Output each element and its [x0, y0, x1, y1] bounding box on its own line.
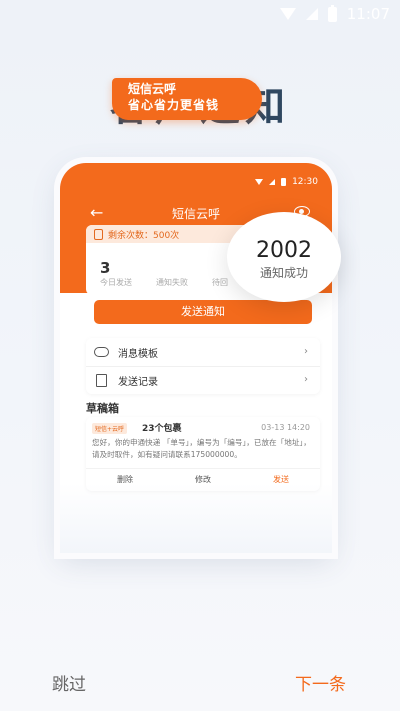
skip-button[interactable]: 跳过 [52, 670, 86, 695]
status-time: 11:07 [346, 5, 390, 23]
menu-card: 消息模板 › 发送记录 › [86, 338, 320, 394]
message-icon [94, 229, 103, 240]
remaining-count: 剩余次数：500次 [108, 231, 180, 241]
success-badge: 2002 通知成功 [227, 212, 341, 302]
chevron-right-icon: › [304, 346, 308, 357]
chevron-right-icon: › [304, 374, 308, 385]
draft-name: 23个包裹 [142, 424, 182, 434]
draft-body: 您好，你的申通快递 「单号」，编号为「编号」，已放在「地址」，请及时取件，如有疑… [92, 438, 311, 459]
draft-item[interactable]: 短信+云呼 23个包裹 03-13 14:20 您好，你的申通快递 「单号」，编… [86, 417, 320, 491]
draft-actions: 删除 修改 发送 [86, 468, 320, 491]
menu-item-label: 发送记录 [118, 377, 158, 388]
wifi-icon [255, 179, 264, 185]
edit-button[interactable]: 修改 [164, 469, 242, 491]
signal-icon [269, 179, 276, 185]
promo-slogan: 省心省力更省钱 [128, 98, 220, 112]
menu-item-templates[interactable]: 消息模板 › [86, 338, 320, 367]
wifi-icon [279, 8, 296, 20]
success-label: 通知成功 [259, 266, 308, 280]
promo-title: 短信云呼 [128, 82, 177, 96]
menu-item-records[interactable]: 发送记录 › [86, 366, 320, 394]
send-notification-button[interactable]: 发送通知 [94, 300, 312, 324]
status-bar: 11:07 [0, 0, 400, 28]
app-status-bar: 12:30 [255, 177, 318, 187]
promo-bubble: 短信云呼 省心省力更省钱 [112, 78, 262, 120]
app-status-time: 12:30 [292, 177, 318, 187]
stat-label: 通知失败 [156, 278, 188, 287]
clipboard-icon [96, 374, 107, 387]
drafts-heading: 草稿箱 [86, 402, 119, 415]
send-button[interactable]: 发送 [242, 469, 320, 491]
next-button[interactable]: 下一条 [295, 670, 346, 695]
menu-item-label: 消息模板 [118, 349, 158, 360]
stat-number: 3 [100, 259, 111, 277]
delete-button[interactable]: 删除 [86, 469, 164, 491]
battery-icon [327, 4, 337, 22]
success-count: 2002 [256, 238, 312, 263]
stat-label: 今日发送 [100, 278, 132, 287]
stat-label: 待回 [212, 278, 228, 287]
draft-time: 03-13 14:20 [261, 423, 310, 432]
draft-tag: 短信+云呼 [92, 423, 128, 434]
cloud-icon [94, 347, 109, 357]
signal-icon [305, 8, 318, 20]
battery-icon [281, 178, 287, 186]
